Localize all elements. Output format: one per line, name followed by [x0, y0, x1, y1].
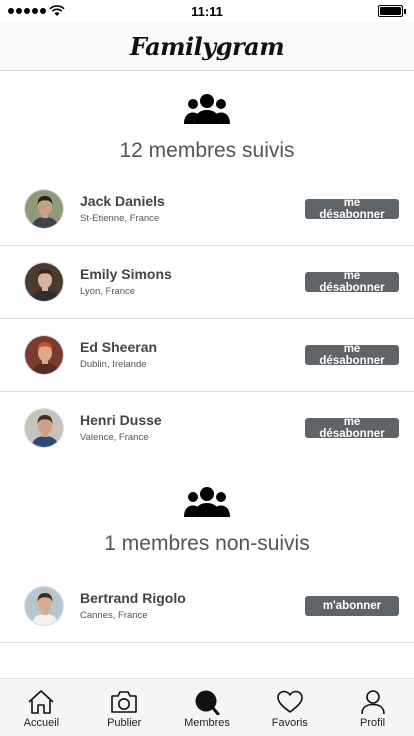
heart-icon	[276, 690, 303, 713]
unfollowed-section-header: 1 membres non-suivis	[0, 486, 414, 556]
home-icon	[28, 690, 54, 714]
member-row: Jack Daniels St-Etienne, France me désab…	[0, 173, 414, 246]
tab-profil[interactable]: Profil	[331, 679, 414, 736]
follow-button[interactable]: m'abonner	[305, 596, 399, 616]
search-icon	[195, 690, 220, 715]
tab-label: Favoris	[271, 717, 308, 729]
unfollow-button[interactable]: me désabonner	[305, 416, 399, 440]
unfollow-button[interactable]: me désabonner	[305, 270, 399, 294]
unfollowed-count-title: 1 membres non-suivis	[104, 532, 310, 555]
member-name[interactable]: Ed Sheeran	[80, 339, 157, 355]
avatar[interactable]	[24, 335, 64, 375]
member-location: Cannes, France	[80, 610, 148, 621]
followed-section-header: 12 membres suivis	[0, 93, 414, 163]
tab-accueil[interactable]: Accueil	[0, 679, 83, 736]
member-location: St-Etienne, France	[80, 213, 160, 224]
member-row: Bertrand Rigolo Cannes, France m'abonner	[0, 570, 414, 643]
member-name[interactable]: Emily Simons	[80, 266, 172, 282]
unfollow-button[interactable]: me désabonner	[305, 343, 399, 367]
avatar[interactable]	[24, 189, 64, 229]
app-logo: Familygram	[129, 32, 285, 61]
battery-icon	[378, 5, 406, 17]
member-location: Lyon, France	[80, 286, 136, 297]
avatar[interactable]	[24, 408, 64, 448]
bottom-tab-bar: Accueil Publier Membres Favoris Profil	[0, 678, 414, 736]
status-time: 11:11	[191, 4, 223, 19]
tab-label: Membres	[184, 717, 230, 729]
camera-icon	[111, 691, 137, 713]
member-row: Emily Simons Lyon, France me désabonner	[0, 246, 414, 319]
member-location: Dublin, Irelande	[80, 359, 147, 370]
tab-label: Profil	[360, 717, 386, 729]
tab-favoris[interactable]: Favoris	[248, 679, 331, 736]
member-name[interactable]: Henri Dusse	[80, 412, 162, 428]
app-header: Familygram	[0, 22, 414, 71]
tab-label: Accueil	[23, 717, 60, 729]
followed-count-title: 12 membres suivis	[119, 139, 295, 162]
member-row: Ed Sheeran Dublin, Irelande me désabonne…	[0, 319, 414, 392]
tab-label: Publier	[107, 717, 142, 729]
user-icon	[360, 690, 385, 715]
member-name[interactable]: Bertrand Rigolo	[80, 590, 186, 606]
unfollow-button[interactable]: me désabonner	[305, 197, 399, 221]
member-row: Henri Dusse Valence, France me désabonne…	[0, 392, 414, 465]
tab-publier[interactable]: Publier	[83, 679, 166, 736]
group-icon	[184, 487, 230, 517]
member-location: Valence, France	[80, 432, 149, 443]
status-bar: 11:11	[0, 0, 414, 22]
avatar[interactable]	[24, 586, 64, 626]
tab-membres[interactable]: Membres	[166, 679, 249, 736]
member-name[interactable]: Jack Daniels	[80, 193, 165, 209]
avatar[interactable]	[24, 262, 64, 302]
group-icon	[184, 94, 230, 124]
